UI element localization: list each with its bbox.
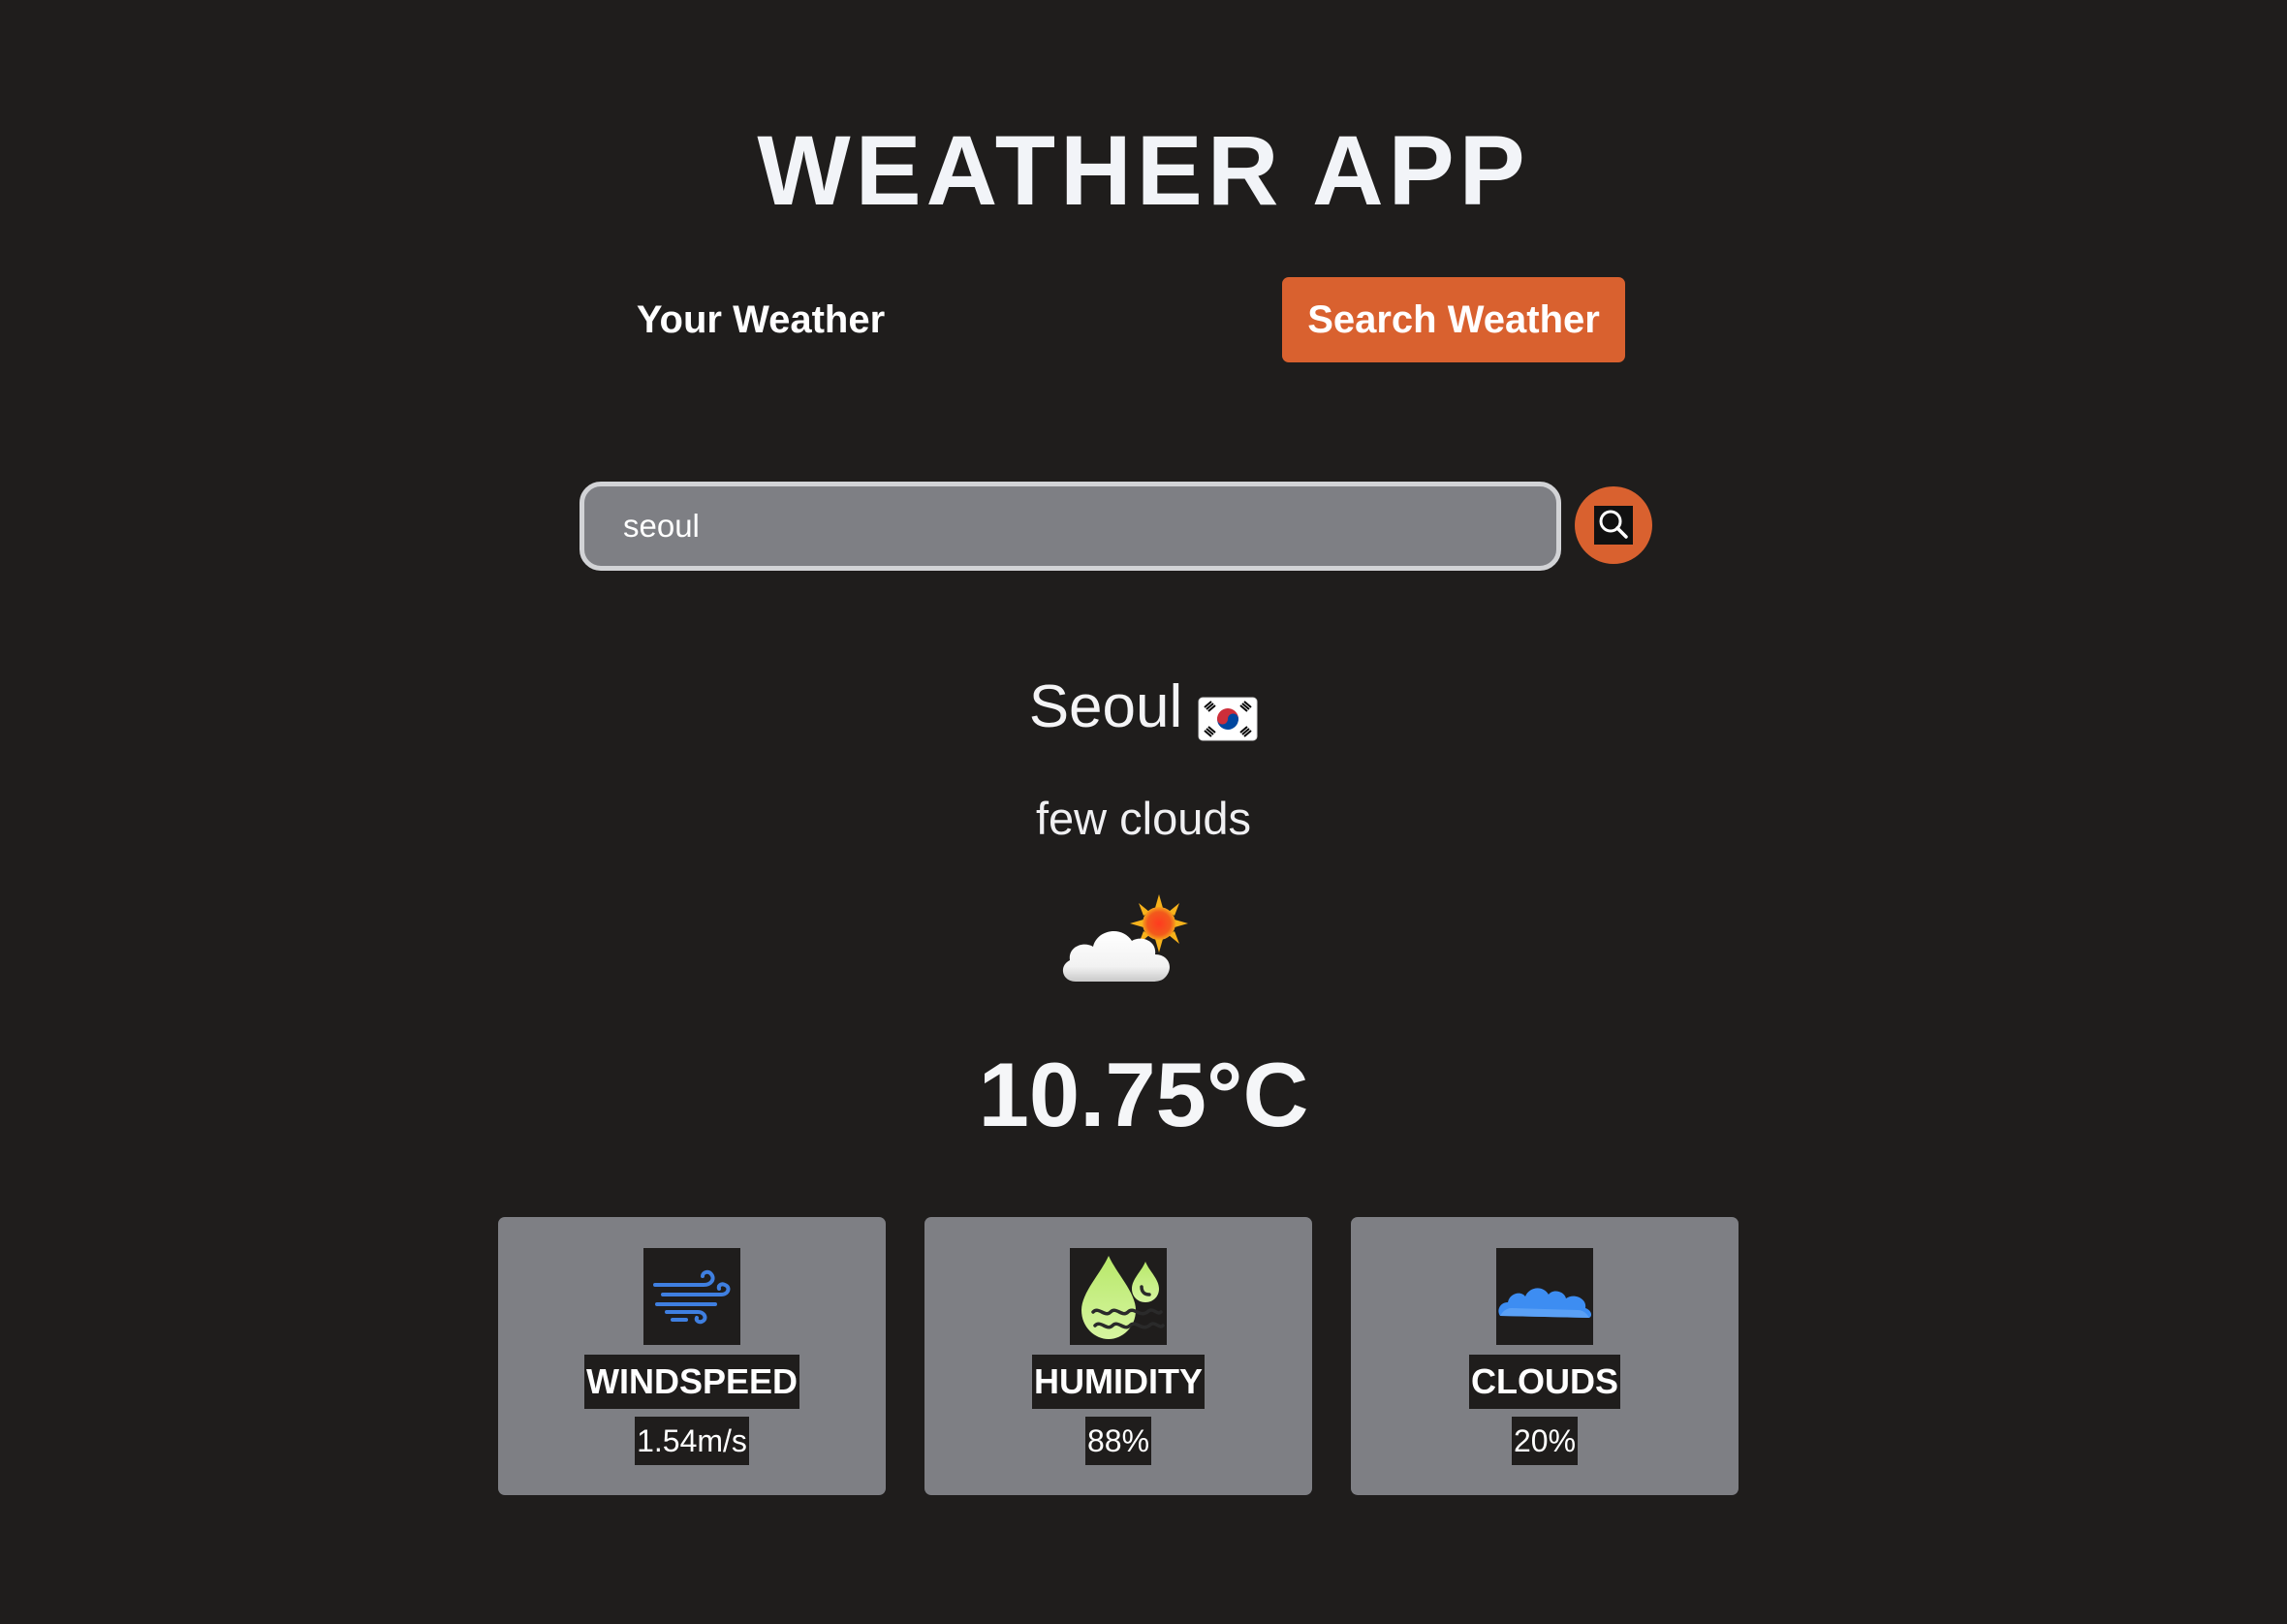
humidity-icon <box>1070 1248 1167 1345</box>
windspeed-value: 1.54m/s <box>635 1417 749 1465</box>
search-field[interactable] <box>580 482 1561 571</box>
search-button[interactable] <box>1575 486 1652 564</box>
humidity-card: HUMIDITY 88% <box>924 1217 1312 1495</box>
search-input[interactable] <box>584 486 1556 566</box>
humidity-label: HUMIDITY <box>1032 1355 1205 1409</box>
tab-your-weather[interactable]: Your Weather <box>620 277 901 362</box>
tab-search-weather[interactable]: Search Weather <box>1282 277 1625 362</box>
windspeed-card: WINDSPEED 1.54m/s <box>498 1217 886 1495</box>
clouds-label: CLOUDS <box>1469 1355 1620 1409</box>
city-heading: Seoul <box>0 669 2287 746</box>
search-icon <box>1594 506 1633 545</box>
clouds-card: CLOUDS 20% <box>1351 1217 1739 1495</box>
clouds-icon <box>1496 1248 1593 1345</box>
south-korea-flag-icon <box>1198 683 1258 741</box>
weather-description: few clouds <box>1035 793 1252 844</box>
wind-icon <box>643 1248 740 1345</box>
city-name: Seoul <box>1028 673 1183 740</box>
temperature: 10.75°C <box>978 1044 1309 1145</box>
clouds-value: 20% <box>1511 1417 1579 1465</box>
app-title: WEATHER APP <box>757 115 1530 226</box>
weather-app: WEATHER APP Your Weather Search Weather … <box>0 0 2287 1624</box>
windspeed-label: WINDSPEED <box>583 1355 800 1409</box>
humidity-value: 88% <box>1084 1417 1152 1465</box>
cloud-sun-icon <box>1054 887 1198 995</box>
